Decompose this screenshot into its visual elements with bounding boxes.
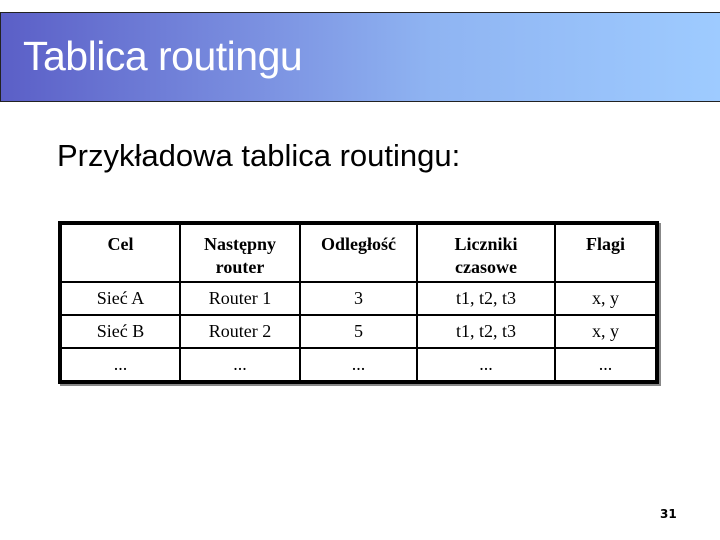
header-cel: Cel xyxy=(59,222,181,283)
table-row: Sieć A Router 1 3 t1, t2, t3 x, y xyxy=(59,281,658,316)
header-next-router: Następny router xyxy=(179,222,301,283)
header-flags: Flagi xyxy=(554,222,658,283)
cell-next-router: Router 1 xyxy=(179,281,301,316)
slide-title: Tablica routingu xyxy=(23,33,303,79)
cell-timers: ... xyxy=(416,347,556,383)
cell-distance: 5 xyxy=(299,314,418,349)
cell-flags: ... xyxy=(554,347,658,383)
cell-cel: ... xyxy=(59,347,181,383)
title-bar: Tablica routingu xyxy=(0,12,720,102)
page-number: 31 xyxy=(660,507,677,521)
table-header-row: Cel Następny router Odległość Liczniki cza… xyxy=(59,222,658,283)
cell-next-router: Router 2 xyxy=(179,314,301,349)
cell-timers: t1, t2, t3 xyxy=(416,281,556,316)
cell-distance: ... xyxy=(299,347,418,383)
cell-next-router: ... xyxy=(179,347,301,383)
table-row: ... ... ... ... ... xyxy=(59,347,658,383)
table-row: Sieć B Router 2 5 t1, t2, t3 x, y xyxy=(59,314,658,349)
header-distance: Odległość xyxy=(299,222,418,283)
cell-cel: Sieć B xyxy=(59,314,181,349)
cell-timers: t1, t2, t3 xyxy=(416,314,556,349)
cell-flags: x, y xyxy=(554,281,658,316)
cell-distance: 3 xyxy=(299,281,418,316)
routing-table: Cel Następny router Odległość Liczniki cza… xyxy=(58,221,659,384)
slide-subtitle: Przykładowa tablica routingu: xyxy=(57,138,461,173)
cell-flags: x, y xyxy=(554,314,658,349)
header-timers: Liczniki czasowe xyxy=(416,222,556,283)
cell-cel: Sieć A xyxy=(59,281,181,316)
